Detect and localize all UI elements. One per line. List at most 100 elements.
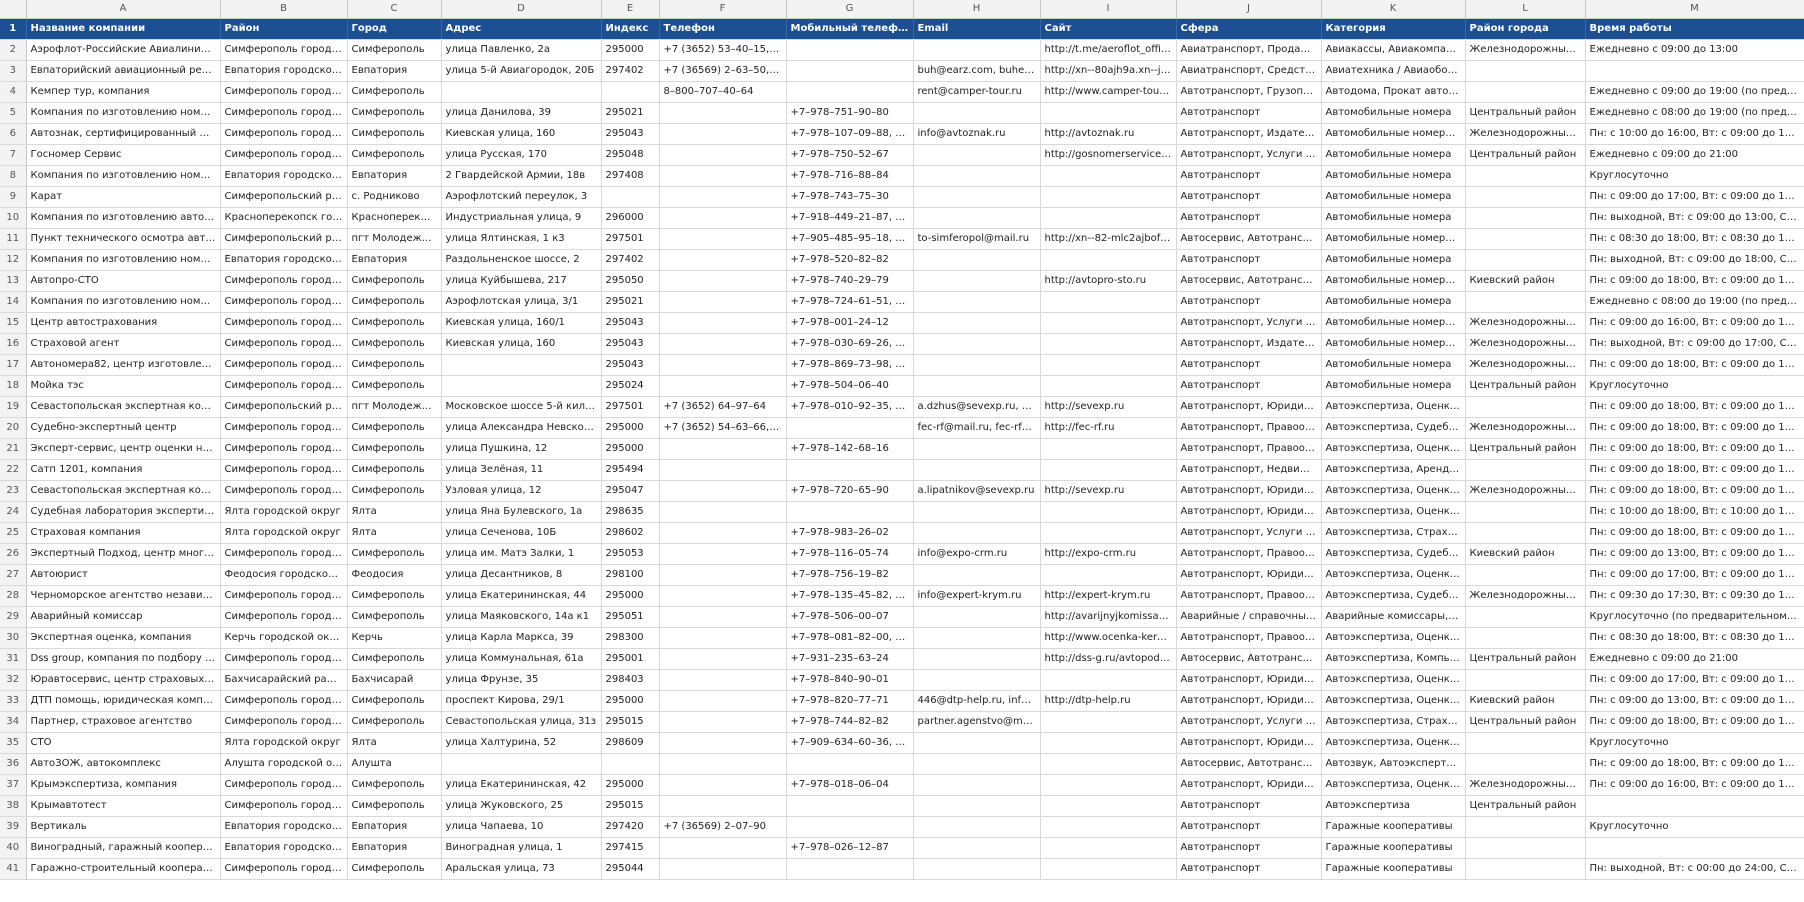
table-cell[interactable] bbox=[659, 774, 787, 796]
table-cell[interactable]: Автоэкспертиза, Оценка с... bbox=[1321, 564, 1466, 586]
table-cell[interactable]: Евпатория городской ... bbox=[220, 816, 348, 838]
table-cell[interactable] bbox=[1465, 228, 1586, 250]
row-number[interactable]: 13 bbox=[0, 270, 27, 292]
table-cell[interactable]: Железнодорожный р... bbox=[1465, 480, 1586, 502]
table-cell[interactable]: Автомобильные номера, К... bbox=[1321, 333, 1466, 355]
table-cell[interactable]: info@avtoznak.ru bbox=[913, 123, 1041, 145]
table-cell[interactable]: Евпатория городской ... bbox=[220, 837, 348, 859]
table-cell[interactable]: Симферополь городск... bbox=[220, 375, 348, 397]
table-cell[interactable]: Железнодорожный р... bbox=[1465, 774, 1586, 796]
table-cell[interactable]: +7–978–716–88–84 bbox=[786, 165, 914, 187]
table-cell[interactable] bbox=[1465, 186, 1586, 208]
table-cell[interactable]: Автосервис, Автотранспорт bbox=[1176, 270, 1322, 292]
table-cell[interactable]: 295053 bbox=[601, 543, 660, 565]
table-cell[interactable] bbox=[913, 354, 1041, 376]
table-cell[interactable]: Симферополь bbox=[347, 354, 442, 376]
spreadsheet[interactable]: ABCDEFGHIJKLM 1 Название компании Район Гор… bbox=[0, 0, 1804, 902]
table-cell[interactable]: Симферополь bbox=[347, 417, 442, 439]
table-cell[interactable]: пгт Молодежное bbox=[347, 396, 442, 418]
table-cell[interactable]: Пн: выходной, Вт: с 09:00 до 17:00, Ср: … bbox=[1585, 333, 1804, 355]
row-number[interactable]: 35 bbox=[0, 732, 27, 754]
table-cell[interactable]: Евпатория bbox=[347, 60, 442, 82]
table-row[interactable]: 8 Компания по изготовлению номерны... Евпа… bbox=[0, 165, 1804, 187]
table-cell[interactable]: Компания по изготовлению номерны... bbox=[26, 165, 221, 187]
table-cell[interactable]: Гаражные кооперативы bbox=[1321, 837, 1466, 859]
table-cell[interactable] bbox=[786, 60, 914, 82]
table-cell[interactable]: 295043 bbox=[601, 312, 660, 334]
table-cell[interactable]: улица Фрунзе, 35 bbox=[441, 669, 602, 691]
column-header-letter[interactable]: B bbox=[220, 0, 348, 19]
table-cell[interactable]: Пн: с 09:00 до 18:00, Вт: с 09:00 до 18:… bbox=[1585, 396, 1804, 418]
table-cell[interactable] bbox=[659, 480, 787, 502]
row-number[interactable]: 5 bbox=[0, 102, 27, 124]
table-cell[interactable]: Пн: с 09:00 до 17:00, Вт: с 09:00 до 17:… bbox=[1585, 564, 1804, 586]
data-grid[interactable]: ABCDEFGHIJKLM 1 Название компании Район Гор… bbox=[0, 0, 1804, 880]
table-cell[interactable]: улица Екатерининская, 44 bbox=[441, 585, 602, 607]
table-cell[interactable]: Симферополь bbox=[347, 102, 442, 124]
table-cell[interactable]: +7–978–504–06–40 bbox=[786, 375, 914, 397]
table-cell[interactable]: Симферополь городск... bbox=[220, 270, 348, 292]
table-cell[interactable]: Гаражно-строительный кооператив ... bbox=[26, 858, 221, 880]
row-number[interactable]: 10 bbox=[0, 207, 27, 229]
table-cell[interactable]: Госномер Сервис bbox=[26, 144, 221, 166]
table-cell[interactable]: 297501 bbox=[601, 228, 660, 250]
table-cell[interactable]: info@expert-krym.ru bbox=[913, 585, 1041, 607]
table-cell[interactable]: Симферополь городск... bbox=[220, 585, 348, 607]
table-cell[interactable]: улица Халтурина, 52 bbox=[441, 732, 602, 754]
table-cell[interactable] bbox=[1465, 669, 1586, 691]
table-cell[interactable] bbox=[913, 816, 1041, 838]
table-cell[interactable]: Железнодорожный р... bbox=[1465, 333, 1586, 355]
table-cell[interactable] bbox=[913, 165, 1041, 187]
table-cell[interactable]: Симферополь bbox=[347, 585, 442, 607]
table-cell[interactable]: Евпатория bbox=[347, 837, 442, 859]
table-cell[interactable] bbox=[659, 606, 787, 628]
table-cell[interactable]: 295015 bbox=[601, 711, 660, 733]
table-cell[interactable]: Виноградный, гаражный кооператив bbox=[26, 837, 221, 859]
table-cell[interactable]: Киевская улица, 160 bbox=[441, 123, 602, 145]
table-cell[interactable]: http://gosnomerservice.ru bbox=[1040, 144, 1177, 166]
table-cell[interactable]: Авиатранспорт, Продажа ... bbox=[1176, 39, 1322, 61]
table-cell[interactable]: http://avtoznak.ru bbox=[1040, 123, 1177, 145]
header-cell[interactable]: Категория bbox=[1321, 18, 1466, 40]
table-cell[interactable]: Автомобильные номера, С... bbox=[1321, 312, 1466, 334]
table-cell[interactable]: 298609 bbox=[601, 732, 660, 754]
table-cell[interactable]: Пн: с 09:00 до 13:00, Вт: с 09:00 до 13:… bbox=[1585, 543, 1804, 565]
table-cell[interactable]: Виноградная улица, 1 bbox=[441, 837, 602, 859]
row-number[interactable]: 37 bbox=[0, 774, 27, 796]
column-header-letter[interactable]: G bbox=[786, 0, 914, 19]
table-cell[interactable]: 295044 bbox=[601, 858, 660, 880]
table-cell[interactable]: Ежедневно с 09:00 до 19:00 (по предвари.… bbox=[1585, 81, 1804, 103]
table-cell[interactable] bbox=[1465, 60, 1586, 82]
table-cell[interactable] bbox=[659, 753, 787, 775]
table-cell[interactable]: Симферополь bbox=[347, 606, 442, 628]
table-cell[interactable]: +7–978–001–24–12 bbox=[786, 312, 914, 334]
row-number[interactable]: 39 bbox=[0, 816, 27, 838]
table-cell[interactable] bbox=[1040, 669, 1177, 691]
table-cell[interactable] bbox=[1465, 165, 1586, 187]
table-cell[interactable]: Партнер, страховое агентство bbox=[26, 711, 221, 733]
table-cell[interactable] bbox=[1465, 291, 1586, 313]
table-cell[interactable]: 298300 bbox=[601, 627, 660, 649]
table-cell[interactable]: Керчь городской округ bbox=[220, 627, 348, 649]
table-cell[interactable]: http://xn--80ajh9a.xn--j1a... bbox=[1040, 60, 1177, 82]
table-cell[interactable]: +7–978–010–92–35, +7... bbox=[786, 396, 914, 418]
table-cell[interactable]: Железнодорожный р... bbox=[1465, 123, 1586, 145]
table-cell[interactable] bbox=[913, 291, 1041, 313]
table-row[interactable]: 33 ДТП помощь, юридическая компания Симфер… bbox=[0, 690, 1804, 712]
table-cell[interactable]: 295048 bbox=[601, 144, 660, 166]
table-cell[interactable] bbox=[659, 438, 787, 460]
table-cell[interactable]: 295000 bbox=[601, 438, 660, 460]
row-number[interactable]: 6 bbox=[0, 123, 27, 145]
table-cell[interactable]: Вертикаль bbox=[26, 816, 221, 838]
table-cell[interactable]: Бахчисарай bbox=[347, 669, 442, 691]
select-all-corner[interactable] bbox=[0, 0, 27, 19]
table-cell[interactable] bbox=[913, 270, 1041, 292]
table-cell[interactable]: Автотранспорт, Юридичес... bbox=[1176, 732, 1322, 754]
table-cell[interactable]: 295050 bbox=[601, 270, 660, 292]
table-cell[interactable]: +7–905–485–95–18, +7... bbox=[786, 228, 914, 250]
table-cell[interactable] bbox=[659, 165, 787, 187]
table-cell[interactable] bbox=[1465, 207, 1586, 229]
table-row[interactable]: 29 Аварийный комиссар Симферополь городск.… bbox=[0, 606, 1804, 628]
column-header-letter[interactable]: A bbox=[26, 0, 221, 19]
table-cell[interactable]: Автоэкспертиза, Оценка с... bbox=[1321, 732, 1466, 754]
